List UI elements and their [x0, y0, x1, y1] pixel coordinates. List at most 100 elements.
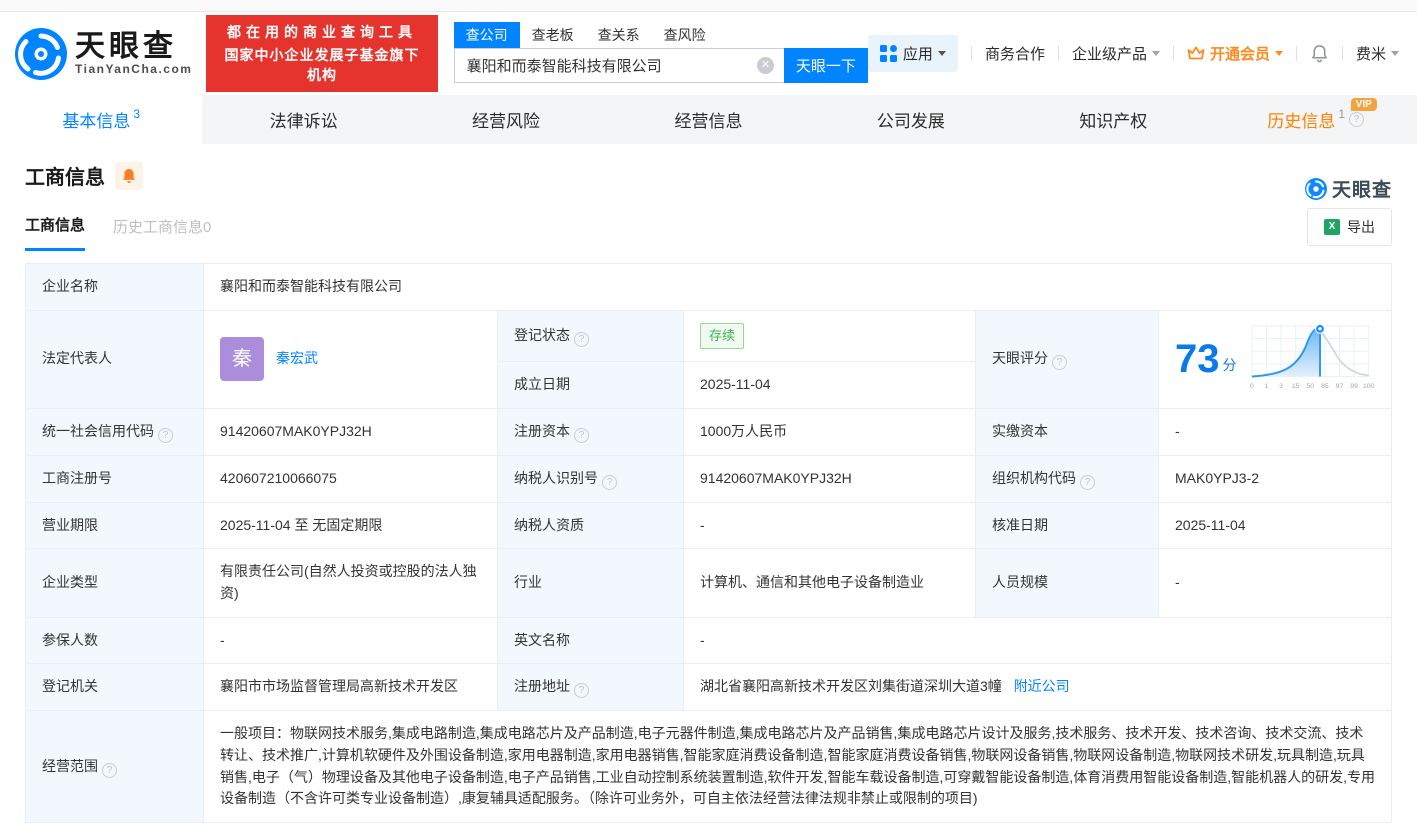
field-label: 组织机构代码? — [975, 454, 1159, 503]
clear-search-icon[interactable]: ✕ — [756, 57, 774, 74]
svg-text:1: 1 — [1264, 383, 1268, 390]
subtab-history-business-info[interactable]: 历史工商信息0 — [113, 216, 211, 250]
tab-basic-info[interactable]: 基本信息 3 — [0, 95, 203, 144]
tianyancha-logo[interactable]: 天眼查 TianYanCha.com — [15, 27, 192, 80]
score-distribution-chart: 0 1 3 15 50 85 97 99 100 — [1249, 324, 1374, 390]
company-type-value: 有限责任公司(自然人投资或控股的法人独资) — [203, 548, 498, 618]
tab-operation-info[interactable]: 经营信息 — [607, 95, 809, 144]
field-label: 注册资本? — [497, 407, 684, 456]
top-nav: 应用 商务合作 企业级产品 开通会员 费米 — [867, 35, 1399, 72]
search-module: 查公司 查老板 查关系 查风险 ✕ 天眼一下 — [453, 22, 868, 83]
apps-grid-icon — [879, 45, 897, 62]
search-button[interactable]: 天眼一下 — [783, 48, 868, 83]
field-label: 统一社会信用代码? — [25, 407, 204, 456]
divider — [1172, 46, 1174, 61]
field-label: 经营范围? — [25, 710, 204, 824]
taxpayer-qualification-value: - — [683, 501, 976, 550]
nav-notifications[interactable] — [1310, 44, 1329, 63]
monitor-bell-button[interactable] — [115, 161, 143, 190]
help-icon[interactable]: ? — [1349, 112, 1365, 127]
nav-business-cooperation[interactable]: 商务合作 — [985, 43, 1045, 64]
company-name-value: 襄阳和而泰智能科技有限公司 — [203, 263, 1392, 311]
help-icon[interactable]: ? — [574, 683, 589, 699]
svg-text:15: 15 — [1291, 383, 1299, 390]
help-icon[interactable]: ? — [602, 474, 617, 490]
search-tab-boss[interactable]: 查老板 — [520, 22, 586, 48]
chevron-down-icon — [937, 51, 946, 56]
field-label: 法定代表人 — [25, 309, 204, 409]
field-label: 纳税人资质 — [497, 501, 684, 550]
business-info-table: 企业名称 襄阳和而泰智能科技有限公司 法定代表人 秦 秦宏武 登记状态? 存续 … — [25, 263, 1392, 824]
nearby-companies-link[interactable]: 附近公司 — [1014, 678, 1070, 694]
chevron-down-icon — [1391, 51, 1399, 56]
help-icon[interactable]: ? — [158, 427, 173, 443]
svg-text:85: 85 — [1321, 383, 1329, 390]
field-label: 企业类型 — [25, 548, 204, 618]
tab-company-development[interactable]: 公司发展 — [810, 95, 1012, 144]
page-top-strip — [0, 0, 1417, 12]
taxpayer-id-value: 91420607MAK0YPJ32H — [683, 454, 976, 503]
table-row: 登记机关 襄阳市市场监督管理局高新技术开发区 注册地址? 湖北省襄阳高新技术开发… — [25, 663, 1392, 712]
table-row: 企业类型 有限责任公司(自然人投资或控股的法人独资) 行业 计算机、通信和其他电… — [25, 548, 1392, 618]
table-row: 营业期限 2025-11-04 至 无固定期限 纳税人资质 - 核准日期 202… — [25, 501, 1392, 550]
tab-history-info[interactable]: VIP 历史信息 1 ? — [1215, 95, 1417, 144]
field-label: 参保人数 — [25, 616, 204, 665]
approval-date-value: 2025-11-04 — [1158, 501, 1392, 550]
tianyan-score-cell[interactable]: 73 分 0 1 3 15 50 85 97 99 100 — [1158, 309, 1392, 409]
search-tab-company[interactable]: 查公司 — [453, 22, 520, 48]
field-label: 注册地址? — [497, 663, 684, 712]
vip-badge: VIP — [1350, 98, 1377, 111]
field-label: 核准日期 — [975, 501, 1159, 550]
registration-status-cell: 存续 — [683, 309, 976, 362]
avatar[interactable]: 秦 — [220, 337, 264, 382]
svg-text:50: 50 — [1306, 383, 1314, 390]
registration-authority-value: 襄阳市市场监督管理局高新技术开发区 — [203, 663, 498, 712]
nav-user-menu[interactable]: 费米 — [1356, 43, 1399, 64]
organization-code-value: MAK0YPJ3-2 — [1158, 454, 1392, 503]
brand-name: 天眼查 — [75, 29, 177, 63]
brand-slogan: 都在用的商业查询工具 国家中小企业发展子基金旗下机构 — [206, 15, 438, 92]
nav-apps[interactable]: 应用 — [867, 35, 958, 72]
search-input[interactable] — [453, 48, 784, 83]
help-icon[interactable]: ? — [102, 762, 117, 778]
svg-text:97: 97 — [1335, 383, 1343, 390]
help-icon[interactable]: ? — [574, 331, 589, 347]
svg-text:3: 3 — [1279, 383, 1283, 390]
legal-representative-link[interactable]: 秦宏武 — [276, 348, 318, 370]
nav-enterprise-products[interactable]: 企业级产品 — [1072, 43, 1160, 64]
tab-intellectual-property[interactable]: 知识产权 — [1012, 95, 1214, 144]
export-button[interactable]: X 导出 — [1307, 208, 1392, 246]
divider — [1341, 46, 1343, 61]
tab-operation-risk[interactable]: 经营风险 — [405, 95, 607, 144]
field-label: 登记状态? — [497, 309, 684, 362]
help-icon[interactable]: ? — [1080, 474, 1095, 490]
subtab-row: 工商信息 历史工商信息0 X 导出 — [25, 208, 1392, 251]
main-content: 天眼查 工商信息 工商信息 历史工商信息0 X 导出 企业名称 襄阳和而泰智能科… — [0, 161, 1417, 824]
field-label: 天眼评分? — [975, 309, 1159, 409]
divider — [1057, 46, 1059, 61]
table-row: 工商注册号 420607210066075 纳税人识别号? 91420607MA… — [25, 454, 1392, 503]
field-label: 人员规模 — [975, 548, 1159, 618]
site-header: 天眼查 TianYanCha.com 都在用的商业查询工具 国家中小企业发展子基… — [0, 12, 1417, 95]
tianyancha-logo-icon — [15, 27, 67, 80]
search-tab-relation[interactable]: 查关系 — [586, 22, 652, 48]
field-label: 行业 — [497, 548, 684, 618]
search-tab-risk[interactable]: 查风险 — [652, 22, 718, 48]
registered-address-cell: 湖北省襄阳高新技术开发区刘集街道深圳大道3幢 附近公司 — [683, 663, 1392, 712]
registration-number-value: 420607210066075 — [203, 454, 498, 503]
tab-count-badge: 1 — [1338, 107, 1346, 121]
divider — [1295, 46, 1297, 61]
table-row: 法定代表人 秦 秦宏武 登记状态? 存续 天眼评分? 73 分 0 1 3 15… — [25, 309, 1392, 409]
divider — [970, 46, 972, 61]
insured-count-value: - — [203, 616, 498, 665]
field-label: 成立日期 — [497, 360, 684, 409]
credit-code-value: 91420607MAK0YPJ32H — [203, 407, 498, 456]
nav-open-vip[interactable]: 开通会员 — [1187, 43, 1283, 64]
subtab-business-info[interactable]: 工商信息 — [25, 214, 86, 251]
tianyancha-logo-icon — [1304, 177, 1327, 200]
tab-legal-proceedings[interactable]: 法律诉讼 — [202, 95, 404, 144]
svg-text:0: 0 — [1249, 383, 1253, 390]
status-badge: 存续 — [700, 322, 745, 349]
help-icon[interactable]: ? — [574, 427, 589, 443]
help-icon[interactable]: ? — [1052, 355, 1067, 371]
